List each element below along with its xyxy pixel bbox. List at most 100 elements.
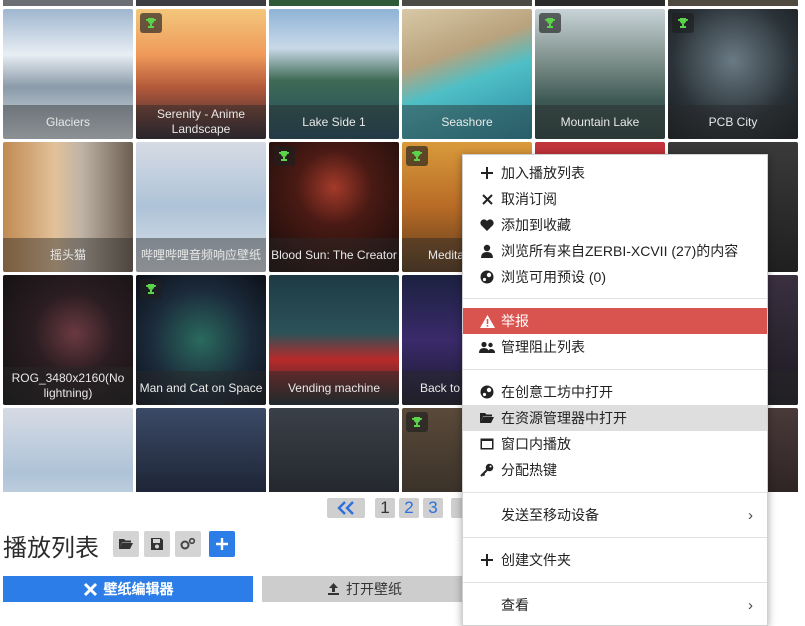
wallpaper-title: Blood Sun: The Creator xyxy=(269,238,399,272)
double-chevron-left-icon xyxy=(337,501,354,515)
window-icon xyxy=(479,438,495,450)
tile-partial[interactable] xyxy=(668,0,798,6)
menu-label: 浏览所有来自ZERBI-XCVII (27)的内容 xyxy=(501,243,739,259)
playlist-title: 播放列表 xyxy=(3,535,99,562)
trophy-icon xyxy=(672,13,694,33)
menu-label: 管理阻止列表 xyxy=(501,339,585,355)
steam-icon xyxy=(479,385,495,399)
menu-label: 在资源管理器中打开 xyxy=(501,410,627,426)
menu-label: 创建文件夹 xyxy=(501,552,571,568)
users-block-icon xyxy=(479,341,495,354)
wallpaper-title: Man and Cat on Space xyxy=(136,371,266,405)
wallpaper-tile[interactable] xyxy=(3,408,133,492)
menu-divider xyxy=(463,492,767,493)
tile-partial[interactable] xyxy=(3,0,133,6)
warning-icon xyxy=(479,314,495,328)
menu-label: 查看 xyxy=(501,597,529,613)
folder-open-icon xyxy=(479,412,495,425)
wallpaper-tile[interactable]: Vending machine xyxy=(269,275,399,405)
wallpaper-tile[interactable]: Man and Cat on Space xyxy=(136,275,266,405)
menu-send-mobile[interactable]: 发送至移动设备 › xyxy=(463,502,767,528)
wallpaper-title: PCB City xyxy=(668,105,798,139)
menu-divider xyxy=(463,369,767,370)
menu-add-to-playlist[interactable]: 加入播放列表 xyxy=(463,160,767,186)
wallpaper-title: 哔哩哔哩音频响应壁纸 xyxy=(136,238,266,272)
wallpaper-tile[interactable]: Serenity - Anime Landscape xyxy=(136,9,266,139)
tools-icon xyxy=(83,582,97,596)
open-wallpaper-button[interactable]: 打开壁纸 xyxy=(262,576,467,602)
trophy-icon xyxy=(539,13,561,33)
wallpaper-title: Glaciers xyxy=(3,105,133,139)
trophy-icon xyxy=(406,146,428,166)
wallpaper-tile[interactable]: 摇头猫 xyxy=(3,142,133,272)
wallpaper-tile[interactable] xyxy=(136,408,266,492)
menu-label: 加入播放列表 xyxy=(501,165,585,181)
menu-create-folder[interactable]: 创建文件夹 xyxy=(463,547,767,573)
wallpaper-tile[interactable]: Seashore xyxy=(402,9,532,139)
wallpaper-tile[interactable]: Mountain Lake xyxy=(535,9,665,139)
menu-divider xyxy=(463,537,767,538)
wallpaper-tile[interactable]: Glaciers xyxy=(3,9,133,139)
wallpaper-thumbnail xyxy=(136,408,266,492)
menu-label: 取消订阅 xyxy=(501,191,557,207)
page-1-button[interactable]: 1 xyxy=(375,498,395,518)
chevron-right-icon: › xyxy=(748,506,753,524)
menu-divider xyxy=(463,298,767,299)
playlist-open-button[interactable] xyxy=(113,531,139,557)
menu-browse-author[interactable]: 浏览所有来自ZERBI-XCVII (27)的内容 xyxy=(463,238,767,264)
trophy-icon xyxy=(140,279,162,299)
menu-divider xyxy=(463,582,767,583)
upload-icon xyxy=(328,583,339,595)
menu-manage-blocklist[interactable]: 管理阻止列表 xyxy=(463,334,767,360)
menu-label: 分配热键 xyxy=(501,462,557,478)
menu-label: 举报 xyxy=(501,313,529,329)
wallpaper-tile[interactable]: Lake Side 1 xyxy=(269,9,399,139)
prev-page-button[interactable] xyxy=(327,498,365,518)
menu-label: 在创意工坊中打开 xyxy=(501,384,613,400)
menu-label: 浏览可用预设 (0) xyxy=(501,269,606,285)
wallpaper-tile[interactable]: PCB City xyxy=(668,9,798,139)
open-wallpaper-label: 打开壁纸 xyxy=(346,581,402,597)
tile-partial[interactable] xyxy=(402,0,532,6)
wallpaper-tile[interactable]: ROG_3480x2160(No lightning) xyxy=(3,275,133,405)
page-2-button[interactable]: 2 xyxy=(399,498,419,518)
menu-view[interactable]: 查看 › xyxy=(463,592,767,618)
wallpaper-thumbnail xyxy=(269,408,399,492)
menu-add-favorite[interactable]: 添加到收藏 xyxy=(463,212,767,238)
menu-play-windowed[interactable]: 窗口内播放 xyxy=(463,431,767,457)
trophy-icon xyxy=(273,146,295,166)
wallpaper-title: Vending machine xyxy=(269,371,399,405)
menu-report[interactable]: 举报 xyxy=(463,308,767,334)
wallpaper-tile[interactable] xyxy=(269,408,399,492)
wallpaper-editor-button[interactable]: 壁纸编辑器 xyxy=(3,576,253,602)
menu-unsubscribe[interactable]: 取消订阅 xyxy=(463,186,767,212)
trophy-icon xyxy=(140,13,162,33)
menu-assign-hotkey[interactable]: 分配热键 xyxy=(463,457,767,483)
menu-label: 发送至移动设备 xyxy=(501,507,599,523)
wallpaper-title: Seashore xyxy=(402,105,532,139)
menu-open-workshop[interactable]: 在创意工坊中打开 xyxy=(463,379,767,405)
playlist-settings-button[interactable] xyxy=(175,531,201,557)
playlist-add-button[interactable] xyxy=(209,531,235,557)
playlist-save-button[interactable] xyxy=(144,531,170,557)
context-menu: 加入播放列表 取消订阅 添加到收藏 浏览所有来自ZERBI-XCVII (27)… xyxy=(462,154,768,626)
user-icon xyxy=(479,244,495,258)
wallpaper-editor-label: 壁纸编辑器 xyxy=(103,581,174,597)
menu-open-explorer[interactable]: 在资源管理器中打开 xyxy=(463,405,767,431)
tile-partial[interactable] xyxy=(136,0,266,6)
menu-label: 添加到收藏 xyxy=(501,217,571,233)
menu-label: 窗口内播放 xyxy=(501,436,571,452)
wallpaper-tile[interactable]: Blood Sun: The Creator xyxy=(269,142,399,272)
tile-partial[interactable] xyxy=(269,0,399,6)
wallpaper-tile[interactable]: 哔哩哔哩音频响应壁纸 xyxy=(136,142,266,272)
chevron-right-icon: › xyxy=(748,596,753,614)
page-3-button[interactable]: 3 xyxy=(423,498,443,518)
tile-partial[interactable] xyxy=(535,0,665,6)
wallpaper-title: Serenity - Anime Landscape xyxy=(136,105,266,139)
steam-icon xyxy=(479,270,495,284)
save-icon xyxy=(151,538,163,550)
menu-browse-presets[interactable]: 浏览可用预设 (0) xyxy=(463,264,767,290)
gears-icon xyxy=(180,537,196,550)
wallpaper-title: ROG_3480x2160(No lightning) xyxy=(3,367,133,405)
wallpaper-title: Mountain Lake xyxy=(535,105,665,139)
